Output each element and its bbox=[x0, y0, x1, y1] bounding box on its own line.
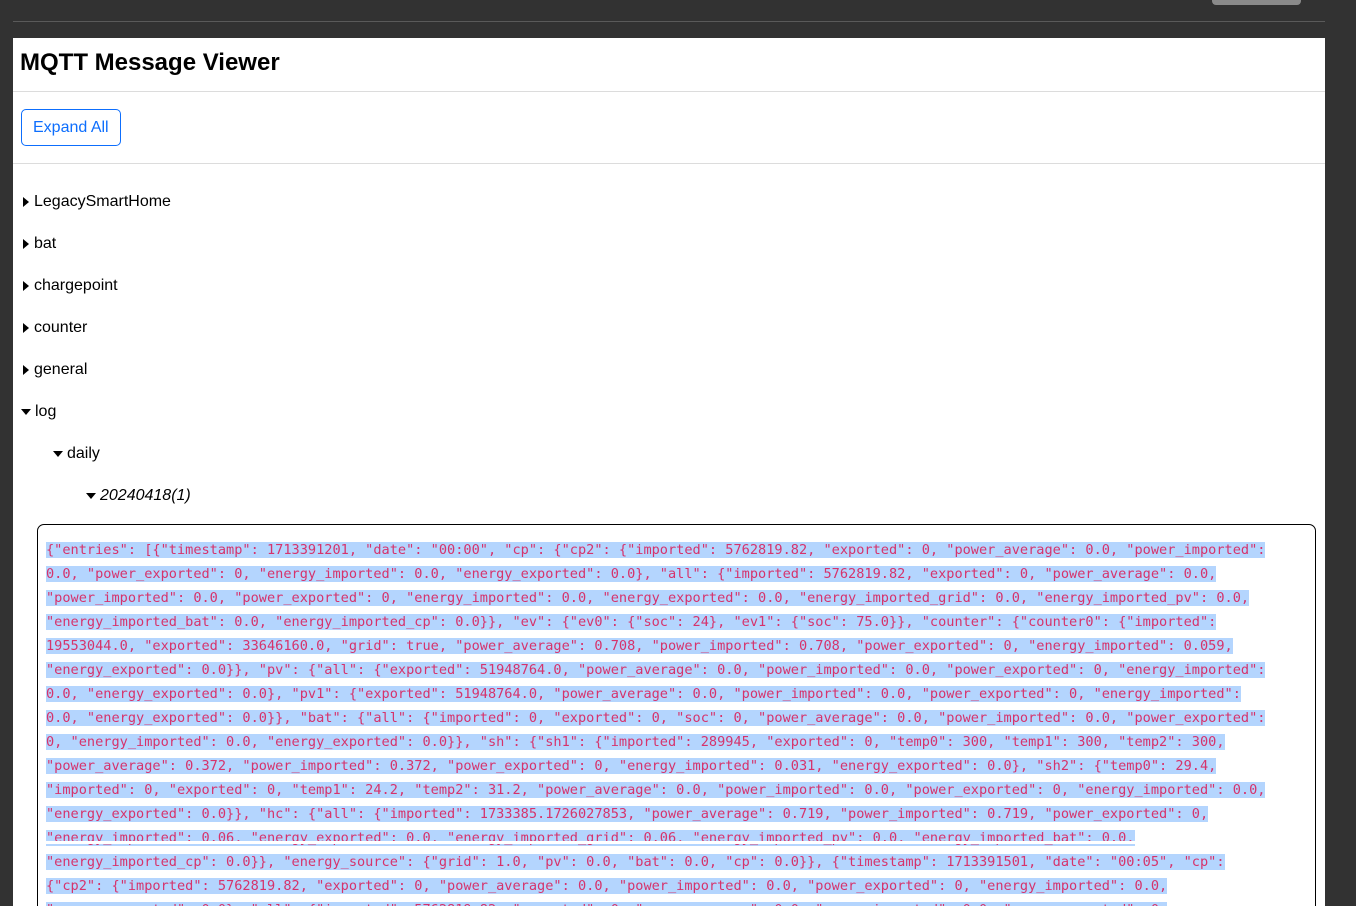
payload-line: "power_average": 0.372, "power_imported"… bbox=[46, 758, 1217, 774]
caret-down-icon bbox=[21, 409, 31, 415]
payload-line: 0.0, "energy_exported": 0.0}, "pv1": {"e… bbox=[46, 686, 1241, 702]
tree-item-log[interactable]: log bbox=[21, 403, 56, 421]
viewer-panel: MQTT Message Viewer Expand All LegacySma… bbox=[13, 38, 1325, 906]
caret-right-icon bbox=[23, 239, 29, 249]
tree-item-label: 20240418(1) bbox=[100, 487, 191, 504]
payload-line: "energy_exported": 0.0}}, "hc": {"all": … bbox=[46, 806, 1209, 822]
payload-line: 19553044.0, "exported": 33646160.0, "gri… bbox=[46, 638, 1233, 654]
tree-item-label: chargepoint bbox=[34, 277, 118, 294]
browser-top-bar bbox=[0, 0, 1356, 38]
caret-down-icon bbox=[53, 451, 63, 457]
top-divider bbox=[13, 21, 1325, 22]
page-title: MQTT Message Viewer bbox=[20, 49, 280, 76]
tree-item-bat[interactable]: bat bbox=[23, 235, 56, 253]
payload-line: "power_imported": 0.0, "power_exported":… bbox=[46, 590, 1250, 606]
payload-line: "energy_exported": 0.0}, "all": {"import… bbox=[46, 902, 1168, 906]
payload-line: "imported": 0, "exported": 0, "temp1": 2… bbox=[46, 782, 1266, 798]
payload-line: "energy_imported_cp": 0.0}}, "energy_sou… bbox=[46, 854, 1225, 870]
payload-line: {"entries": [{"timestamp": 1713391201, "… bbox=[46, 542, 1266, 558]
payload-line: "energy_imported_bat": 0.0, "energy_impo… bbox=[46, 614, 1217, 630]
caret-right-icon bbox=[23, 365, 29, 375]
tree-item-label: LegacySmartHome bbox=[34, 193, 171, 210]
tree-item-label: log bbox=[35, 403, 57, 420]
tree-item-label: bat bbox=[34, 235, 57, 252]
caret-right-icon bbox=[23, 281, 29, 291]
tree-item-counter[interactable]: counter bbox=[23, 319, 87, 337]
payload-line: 0.0, "energy_exported": 0.0}}, "bat": {"… bbox=[46, 710, 1266, 726]
top-toolbar-button[interactable] bbox=[1212, 0, 1301, 5]
selection-gap bbox=[46, 841, 1259, 844]
payload-line: 0.0, "power_exported": 0, "energy_import… bbox=[46, 566, 1217, 582]
payload-line: 0, "energy_imported": 0.0, "energy_expor… bbox=[46, 734, 1225, 750]
tree-item-legacysmarthome[interactable]: LegacySmartHome bbox=[23, 193, 171, 211]
tree-item-20240418[interactable]: 20240418(1) bbox=[86, 487, 191, 505]
page-header: MQTT Message Viewer bbox=[13, 38, 1325, 92]
caret-down-icon bbox=[86, 493, 96, 499]
message-payload[interactable]: {"entries": [{"timestamp": 1713391201, "… bbox=[46, 538, 1307, 906]
payload-line: {"cp2": {"imported": 5762819.82, "export… bbox=[46, 878, 1168, 894]
tree-item-label: daily bbox=[67, 445, 100, 462]
tree-item-general[interactable]: general bbox=[23, 361, 87, 379]
tree-item-label: general bbox=[34, 361, 88, 378]
tree-item-daily[interactable]: daily bbox=[53, 445, 100, 463]
payload-line: "energy_exported": 0.0}}, "pv": {"all": … bbox=[46, 662, 1266, 678]
caret-right-icon bbox=[23, 197, 29, 207]
message-payload-box: {"entries": [{"timestamp": 1713391201, "… bbox=[37, 524, 1316, 906]
caret-right-icon bbox=[23, 323, 29, 333]
tree-item-label: counter bbox=[34, 319, 88, 336]
toolbar: Expand All bbox=[13, 92, 1325, 164]
tree-item-chargepoint[interactable]: chargepoint bbox=[23, 277, 118, 295]
expand-all-button[interactable]: Expand All bbox=[21, 109, 121, 146]
